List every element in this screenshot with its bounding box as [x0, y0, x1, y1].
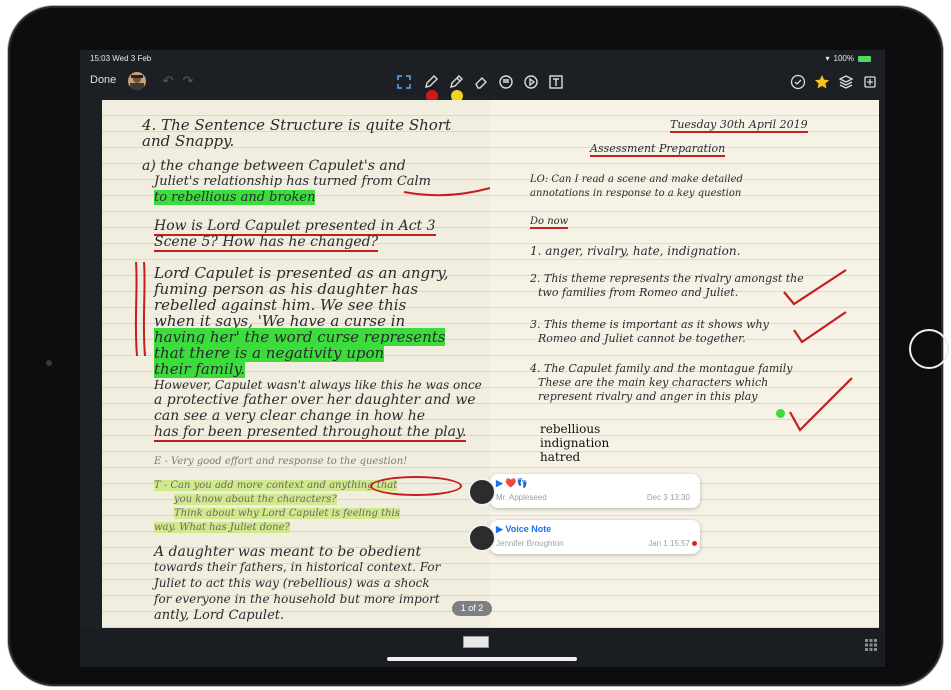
text-line: 3. This theme is important as it shows w… [530, 318, 769, 331]
text-line: indignation [540, 436, 610, 450]
wifi-icon: ▾ [825, 54, 830, 63]
highlighted-line: their family. [154, 360, 245, 378]
teacher-comment: E - Very good effort and response to the… [154, 456, 408, 467]
text-line: Juliet to act this way (rebellious) was … [154, 576, 430, 590]
comment-bubble[interactable]: ▶ ❤️👣 Mr. Appleseed Dec 3 13:30 [468, 474, 700, 508]
text-line: A daughter was meant to be obedient [154, 544, 422, 560]
grid-icon[interactable] [865, 638, 877, 651]
teacher-comment: you know about the characters? [174, 494, 337, 505]
text-line: towards their fathers, in historical con… [154, 560, 441, 574]
comment-author: Jennifer Broughton [496, 539, 564, 548]
unread-dot [692, 541, 697, 546]
comment-icon[interactable] [496, 72, 516, 92]
margin-mark [134, 261, 146, 357]
avatar [468, 524, 496, 552]
fullscreen-icon[interactable] [394, 72, 414, 92]
redo-icon[interactable]: ↷ [180, 72, 196, 90]
text-line: hatred [540, 450, 581, 464]
text-line: These are the main key characters which [538, 376, 769, 389]
teacher-comment: T - Can you add more context and anythin… [154, 480, 398, 491]
toolbar: Done ↶ ↷ [80, 68, 885, 96]
avatar [468, 478, 496, 506]
text-line: can see a very clear change in how he [154, 408, 426, 424]
text-line: However, Capulet wasn't always like this… [154, 378, 482, 392]
layers-icon[interactable] [836, 72, 856, 92]
page-date: Tuesday 30th April 2019 [670, 118, 808, 133]
page-indicator: 1 of 2 [452, 601, 492, 616]
comment-title: ▶ ❤️👣 [496, 478, 528, 488]
star-icon[interactable] [812, 72, 832, 92]
left-page: 4. The Sentence Structure is quite Short… [102, 100, 491, 628]
red-underline [403, 187, 491, 197]
status-bar: 15:03 Wed 3 Feb ▾ 100% [80, 50, 885, 68]
text-line: and Snappy. [142, 132, 235, 150]
status-time: 15:03 Wed 3 Feb [90, 54, 152, 63]
comment-date: Dec 3 13:30 [646, 493, 690, 502]
export-icon[interactable] [860, 72, 880, 92]
pen-icon[interactable] [421, 72, 441, 92]
front-camera [46, 360, 52, 366]
comment-title: ▶ Voice Note [496, 524, 552, 534]
text-line: Do now [530, 216, 569, 229]
battery-percent: 100% [833, 54, 854, 63]
text-line: 4. The Capulet family and the montague f… [530, 362, 793, 375]
done-button[interactable]: Done [90, 74, 116, 86]
red-circle [370, 476, 462, 496]
text-line: antly, Lord Capulet. [154, 608, 285, 623]
comment-author: Mr. Appleseed [496, 493, 547, 502]
text-line: rebellious [540, 422, 601, 436]
battery-icon [858, 55, 871, 62]
text-line: Romeo and Juliet cannot be together. [538, 332, 746, 345]
text-line: Juliet's relationship has turned from Ca… [154, 174, 431, 189]
check-circle-icon[interactable] [788, 72, 808, 92]
highlighter-icon[interactable] [446, 72, 466, 92]
home-indicator[interactable] [387, 657, 577, 661]
teacher-comment: way. What has Juliet done? [154, 522, 290, 533]
text-line: two families from Romeo and Juliet. [538, 286, 739, 299]
red-tick-mark [789, 377, 853, 432]
text-line: a) the change between Capulet's and [142, 158, 406, 174]
avatar[interactable] [128, 72, 146, 90]
highlighted-line: to rebellious and broken [154, 190, 316, 205]
text-line: has for been presented throughout the pl… [154, 424, 467, 442]
page-thumbnail[interactable] [463, 636, 489, 648]
comment-bubble[interactable]: ▶ Voice Note Jennifer Broughton Jan 1 15… [468, 520, 700, 554]
green-dot-marker [776, 409, 785, 418]
text-icon[interactable] [546, 72, 566, 92]
red-tick-mark [793, 311, 847, 344]
status-right: ▾ 100% [826, 54, 871, 63]
text-line: represent rivalry and anger in this play [538, 390, 758, 403]
page-heading: Assessment Preparation [590, 142, 726, 157]
ipad-frame: 15:03 Wed 3 Feb ▾ 100% Done ↶ ↷ 4. The S… [8, 6, 943, 686]
audio-icon[interactable] [521, 72, 541, 92]
text-line: LO: Can I read a scene and make detailed [530, 174, 743, 185]
text-line: annotations in response to a key questio… [530, 188, 742, 199]
bottom-bar [80, 628, 885, 667]
teacher-comment: Think about why Lord Capulet is feeling … [174, 508, 400, 519]
text-line: Scene 5? How has he changed? [154, 234, 379, 252]
text-line: a protective father over her daughter an… [154, 392, 476, 408]
undo-icon[interactable]: ↶ [160, 72, 176, 90]
eraser-icon[interactable] [471, 72, 491, 92]
red-tick-mark [783, 269, 847, 306]
home-button[interactable] [909, 329, 949, 369]
comment-date: Jan 1 15:57 [648, 539, 690, 548]
screen: 15:03 Wed 3 Feb ▾ 100% Done ↶ ↷ 4. The S… [80, 50, 885, 667]
text-line: for everyone in the household but more i… [154, 592, 440, 606]
text-line: 2. This theme represents the rivalry amo… [530, 272, 804, 285]
text-line: 1. anger, rivalry, hate, indignation. [530, 244, 741, 258]
